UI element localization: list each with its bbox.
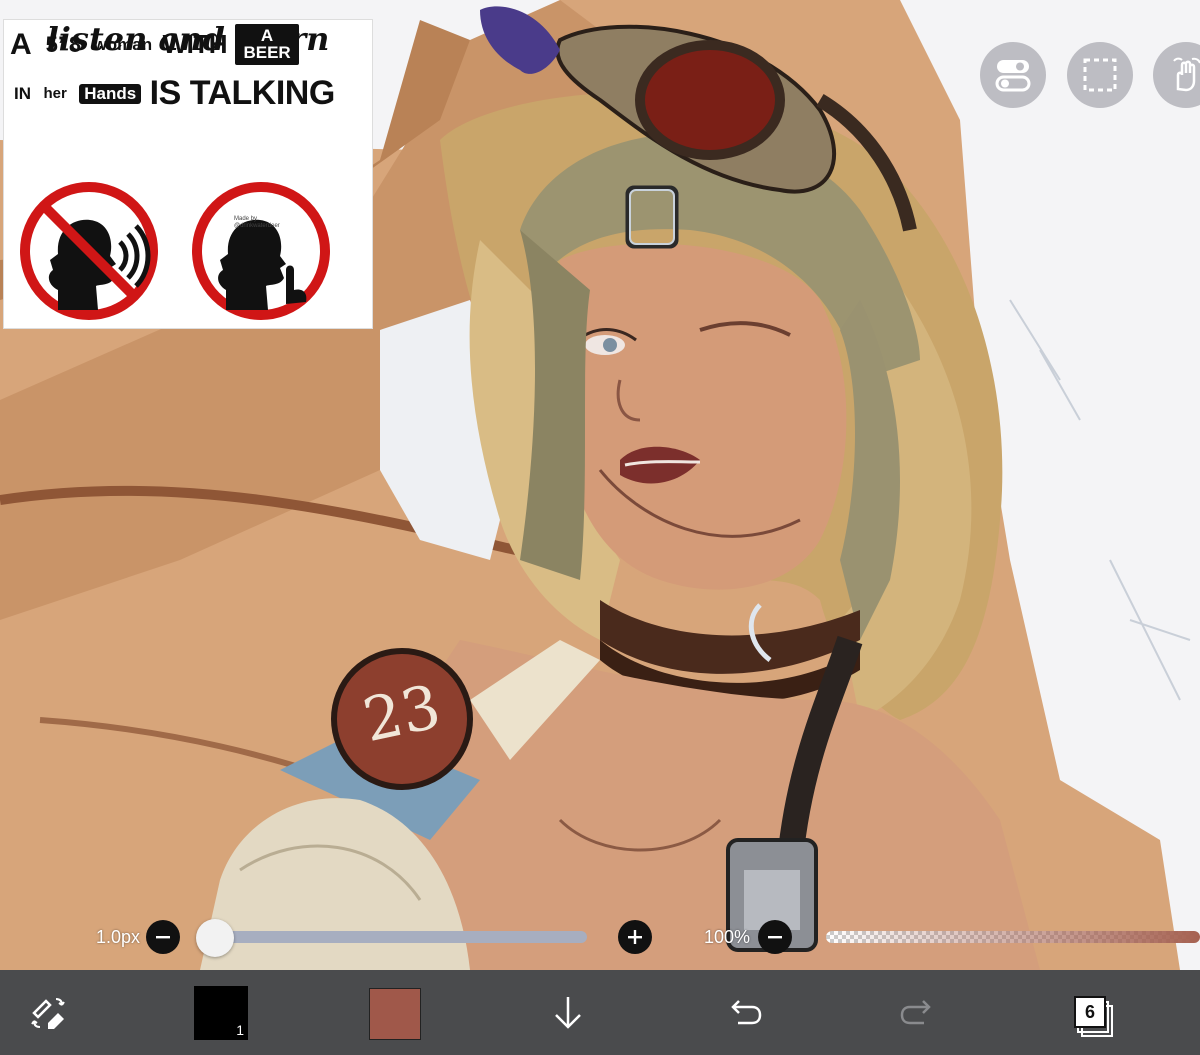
meme-hands: Hands: [79, 83, 142, 104]
primary-color-swatch[interactable]: 1: [194, 986, 248, 1040]
opacity-slider[interactable]: [826, 931, 1200, 943]
layers-count: 6: [1074, 996, 1106, 1028]
meme-line-2: IN her Hands IS TALKING: [14, 74, 335, 113]
secondary-color-swatch[interactable]: [370, 989, 420, 1039]
meme-in: IN: [14, 83, 31, 103]
toggle-switch-icon: [995, 60, 1031, 92]
meme-image: A 5’ 8 woman WITH A BEER IN her Hands IS…: [4, 20, 372, 328]
bottom-toolbar: [0, 970, 1200, 1055]
undo-icon: [731, 999, 762, 1024]
brush-size-slider[interactable]: [213, 931, 587, 943]
redo-icon: [900, 999, 931, 1024]
tool-switch-button[interactable]: [20, 970, 76, 1055]
meme-beer-box: A BEER: [235, 24, 299, 65]
brush-size-decrease-button[interactable]: [146, 920, 180, 954]
merge-down-button[interactable]: [540, 970, 596, 1055]
arrow-down-icon: [555, 996, 581, 1029]
opacity-label: 100%: [703, 927, 750, 947]
undo-button[interactable]: [716, 970, 772, 1055]
meme-word-a: A: [10, 27, 32, 61]
meme-line-1: A 5’ 8 woman WITH A BEER: [10, 24, 299, 65]
meme-her: her: [43, 85, 67, 102]
meme-box-a: A: [260, 26, 274, 45]
minus-icon: [768, 936, 782, 939]
meme-height: 5’ 8: [45, 31, 82, 57]
silence-sign-icon: [192, 182, 330, 320]
selection-icon: [1083, 58, 1117, 92]
no-talking-sign-icon: [20, 182, 158, 320]
brush-size-label: 1.0px: [95, 927, 140, 947]
meme-credit: Made by @drinkwaterdeer: [234, 216, 280, 229]
redo-button[interactable]: [890, 970, 946, 1055]
meme-with: WITH: [162, 29, 228, 59]
plus-icon: [628, 930, 642, 944]
brush-size-slider-thumb[interactable]: [196, 919, 234, 957]
meme-box-beer: BEER: [243, 43, 291, 62]
brush-eraser-switch-icon: [31, 997, 65, 1029]
minus-icon: [156, 936, 170, 939]
meme-woman: woman: [93, 34, 153, 54]
meme-is-talking: IS TALKING: [149, 74, 336, 112]
toggle-button[interactable]: [980, 42, 1046, 108]
selection-button[interactable]: [1067, 42, 1133, 108]
brush-size-increase-button[interactable]: [618, 920, 652, 954]
primary-layer-number: 1: [236, 1022, 244, 1038]
hand-gesture-icon: [1173, 57, 1200, 92]
opacity-decrease-button[interactable]: [758, 920, 792, 954]
